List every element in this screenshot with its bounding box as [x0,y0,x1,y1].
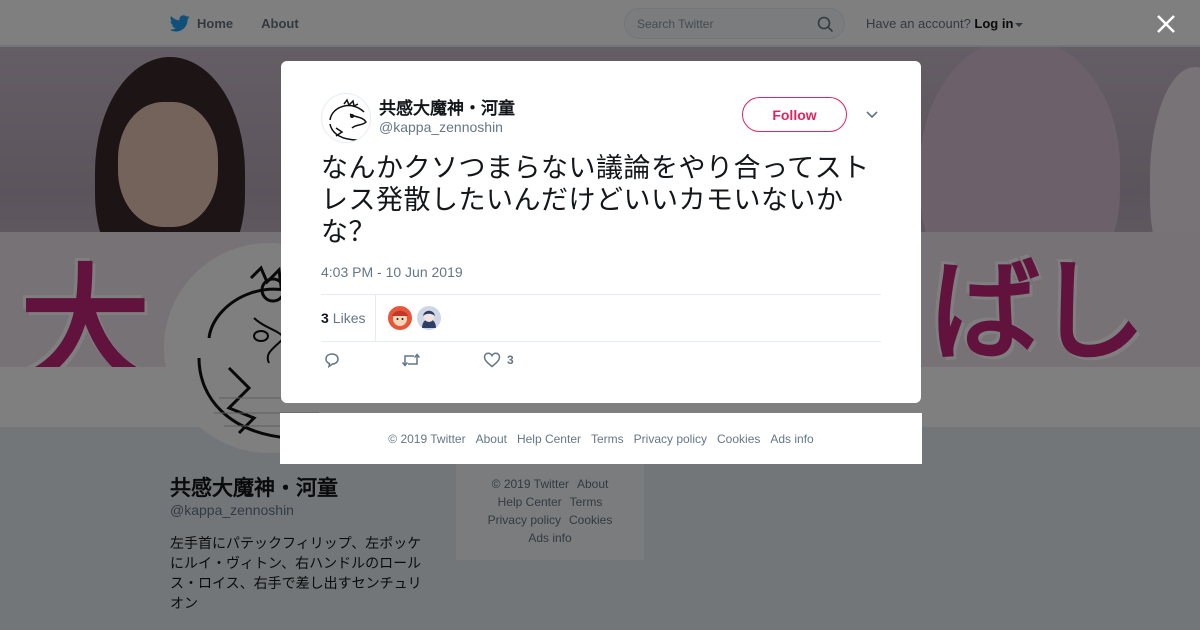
modal-footer-help-link[interactable]: Help Center [517,432,581,446]
tweet-modal: 共感大魔神・河童 @kappa_zennoshin Follow なんかクソつま… [281,61,921,403]
retweet-icon [401,353,421,367]
chevron-down-icon[interactable] [865,108,879,122]
reply-button[interactable] [323,351,341,369]
likes-count: 3 [321,310,329,326]
liker-avatar-image [422,310,436,328]
liker-avatar-image [392,310,408,326]
likes-label: Likes [332,310,366,326]
reply-icon [325,353,339,369]
heart-icon [483,352,501,368]
likes-stat[interactable]: 3 Likes [321,310,365,326]
close-icon[interactable] [1156,14,1176,34]
modal-footer-copyright: © 2019 Twitter [388,431,466,446]
like-count: 3 [507,353,514,367]
tweet-stats: 3 Likes [321,294,881,342]
close-button[interactable] [1152,10,1180,38]
tweet-timestamp[interactable]: 4:03 PM - 10 Jun 2019 [321,264,463,280]
tweet-author-handle[interactable]: @kappa_zennoshin [379,119,503,135]
modal-footer: © 2019 Twitter About Help Center Terms P… [280,413,922,464]
kappa-sketch-icon [329,98,367,141]
follow-button[interactable]: Follow [742,97,847,132]
tweet-author-name[interactable]: 共感大魔神・河童 [379,94,515,119]
modal-footer-cookies-link[interactable]: Cookies [717,432,760,446]
modal-footer-terms-link[interactable]: Terms [591,432,624,446]
liker-avatar[interactable] [417,306,441,330]
tweet-text: なんかクソつまらない議論をやり合ってストレス発散したいんだけどいいカモいないかな… [321,153,870,248]
like-button[interactable]: 3 [483,351,514,369]
liker-avatar[interactable] [388,306,412,330]
tweet-author-avatar[interactable] [321,93,371,143]
modal-footer-ads-link[interactable]: Ads info [770,432,813,446]
retweet-button[interactable] [401,351,421,369]
modal-footer-about-link[interactable]: About [476,432,507,446]
stats-divider [375,295,376,342]
modal-footer-privacy-link[interactable]: Privacy policy [634,432,707,446]
